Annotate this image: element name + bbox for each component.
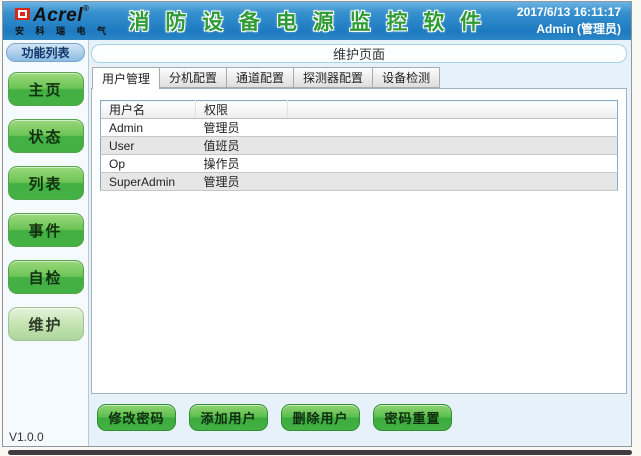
table-row[interactable]: User 值班员 [101,137,618,155]
content-area: 功能列表 主页 状态 列表 事件 自检 维护 V1.0.0 维护页面 用户管理 … [3,40,631,446]
app-frame: Acrel ® 安 科 瑞 电 气 消 防 设 备 电 源 监 控 软 件 20… [2,1,632,447]
column-header-permission: 权限 [196,101,288,119]
tab-channel-config[interactable]: 通道配置 [227,67,294,88]
tab-bar: 用户管理 分机配置 通道配置 探测器配置 设备检测 [92,67,628,88]
cell-permission: 管理员 [196,173,288,191]
cell-username: Admin [101,119,196,137]
column-header-empty [288,101,618,119]
cell-username: User [101,137,196,155]
cell-permission: 值班员 [196,137,288,155]
window-shadow [8,450,632,455]
sidebar-item-list[interactable]: 列表 [8,166,84,200]
acrel-logo-icon [15,8,30,20]
sidebar-item-home[interactable]: 主页 [8,72,84,106]
table-header-row: 用户名 权限 [101,101,618,119]
acrel-logo-top: Acrel ® [15,6,111,25]
logo-subtitle: 安 科 瑞 电 气 [15,27,111,36]
user-table: 用户名 权限 Admin 管理员 [100,100,618,191]
registered-mark: ® [83,5,89,13]
tab-user-management[interactable]: 用户管理 [92,67,160,89]
tab-detector-config[interactable]: 探测器配置 [294,67,373,88]
sidebar-header: 功能列表 [6,43,85,62]
cell-permission: 管理员 [196,119,288,137]
tab-extension-config[interactable]: 分机配置 [160,67,227,88]
delete-user-button[interactable]: 删除用户 [281,404,360,431]
app-header: Acrel ® 安 科 瑞 电 气 消 防 设 备 电 源 监 控 软 件 20… [3,2,631,40]
logo-brand: Acrel [33,6,83,25]
current-user-label: Admin (管理员) [517,21,621,38]
sidebar-item-maintenance[interactable]: 维护 [8,307,84,341]
acrel-logo: Acrel ® 安 科 瑞 电 气 [15,6,111,36]
change-password-button[interactable]: 修改密码 [97,404,176,431]
column-header-username: 用户名 [101,101,196,119]
table-row[interactable]: SuperAdmin 管理员 [101,173,618,191]
app-window: Acrel ® 安 科 瑞 电 气 消 防 设 备 电 源 监 控 软 件 20… [0,0,641,456]
page-title: 维护页面 [91,44,627,63]
action-button-row: 修改密码 添加用户 删除用户 密码重置 [97,404,628,432]
cell-username: Op [101,155,196,173]
table-row[interactable]: Admin 管理员 [101,119,618,137]
tab-panel: 用户名 权限 Admin 管理员 [91,88,627,394]
cell-permission: 操作员 [196,155,288,173]
cell-username: SuperAdmin [101,173,196,191]
table-row[interactable]: Op 操作员 [101,155,618,173]
main-area: 维护页面 用户管理 分机配置 通道配置 探测器配置 设备检测 用户名 权限 [89,40,631,446]
sidebar-item-selftest[interactable]: 自检 [8,260,84,294]
add-user-button[interactable]: 添加用户 [189,404,268,431]
datetime-label: 2017/6/13 16:11:17 [517,4,621,21]
sidebar-item-status[interactable]: 状态 [8,119,84,153]
header-right: 2017/6/13 16:11:17 Admin (管理员) [517,4,621,39]
sidebar: 功能列表 主页 状态 列表 事件 自检 维护 V1.0.0 [3,40,89,446]
sidebar-item-events[interactable]: 事件 [8,213,84,247]
app-title: 消 防 设 备 电 源 监 控 软 件 [129,6,487,36]
tab-device-check[interactable]: 设备检测 [373,67,440,88]
reset-password-button[interactable]: 密码重置 [373,404,452,431]
version-label: V1.0.0 [9,430,44,444]
